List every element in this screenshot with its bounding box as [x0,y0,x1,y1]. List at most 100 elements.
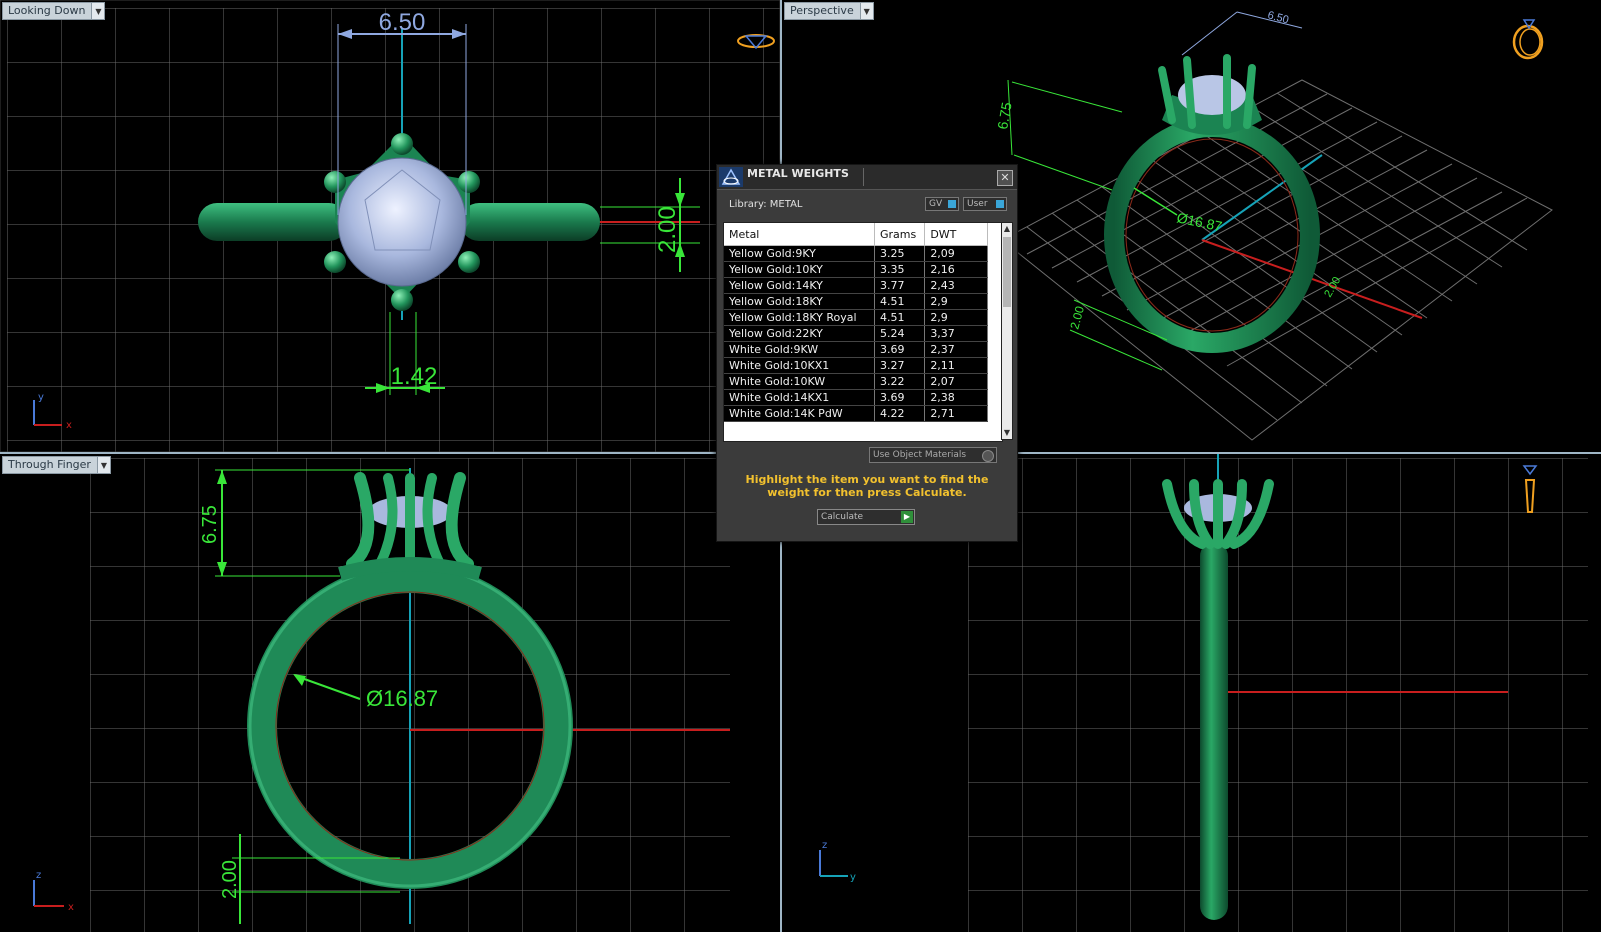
calculate-label: Calculate [821,512,864,522]
cell-grams: 5.24 [874,325,926,342]
ring-shank-side [1200,542,1228,920]
cell-grams: 4.22 [874,405,926,422]
ring-head [1158,54,1262,135]
user-toggle[interactable]: User [963,197,1007,211]
user-toggle-label: User [967,199,988,209]
axis-gizmo: z y [819,840,856,883]
table-row[interactable]: Yellow Gold:18KY 4.51 2,9 [724,293,988,310]
viewport-looking-down[interactable]: 6.50 1.42 2.00 y x Looking Down ▼ [0,0,780,452]
toggle-indicator-icon [996,200,1004,208]
use-object-materials-label: Use Object Materials [873,450,967,460]
cell-dwt: 2,16 [924,261,988,278]
cell-grams: 3.35 [874,261,926,278]
close-icon[interactable]: ✕ [997,170,1013,186]
table-row[interactable]: White Gold:10KX1 3.27 2,11 [724,357,988,374]
table-row[interactable]: Yellow Gold:10KY 3.35 2,16 [724,261,988,278]
svg-text:Ø16.87: Ø16.87 [1175,209,1223,234]
table-row[interactable]: White Gold:14K PdW 4.22 2,71 [724,405,988,422]
cell-dwt: 2,9 [924,309,988,326]
column-header-grams[interactable]: Grams [874,223,926,246]
looking-down-canvas[interactable]: 6.50 1.42 2.00 y x [0,0,780,452]
cell-metal: Yellow Gold:10KY [724,261,875,278]
table-row[interactable]: Yellow Gold:22KY 5.24 3,37 [724,325,988,342]
cell-metal: Yellow Gold:18KY Royal [724,309,875,326]
cell-metal: Yellow Gold:9KY [724,245,875,262]
metal-table-container[interactable]: Metal Grams DWT Yellow Gold:9KY 3.25 2,09 Y… [723,222,1003,442]
ring-view-icon[interactable] [1512,19,1544,60]
diamond-stone [337,157,467,287]
use-object-materials-checkbox[interactable]: Use Object Materials [869,447,997,463]
cell-dwt: 2,9 [924,293,988,310]
svg-text:6.50: 6.50 [1266,9,1290,26]
svg-text:x: x [66,420,72,431]
title-separator [863,168,864,186]
table-row[interactable]: Yellow Gold:18KY Royal 4.51 2,9 [724,309,988,326]
scroll-up-icon[interactable]: ▲ [1002,223,1012,235]
cell-grams: 3.25 [874,245,926,262]
svg-text:y: y [38,392,44,403]
cell-grams: 3.27 [874,357,926,374]
toggle-indicator-icon [948,200,956,208]
app-logo-icon [719,167,743,187]
perspective-grid [1001,79,1553,441]
viewport-label: Through Finger [8,458,91,471]
cell-dwt: 2,09 [924,245,988,262]
table-row[interactable]: Yellow Gold:9KY 3.25 2,09 [724,245,988,262]
chevron-down-icon[interactable]: ▼ [91,3,105,19]
table-row[interactable]: White Gold:10KW 3.22 2,07 [724,373,988,390]
through-finger-canvas[interactable]: 6.75 Ø16.87 2.00 z x [0,454,780,932]
svg-text:2.00: 2.00 [654,206,681,253]
gv-toggle[interactable]: GV [925,197,959,211]
svg-text:6.75: 6.75 [994,101,1015,131]
viewport-through-finger[interactable]: 6.75 Ø16.87 2.00 z x Through Finger ▼ [0,454,780,932]
svg-text:z: z [822,840,827,851]
shank-left [198,203,348,241]
column-header-dwt[interactable]: DWT [924,223,988,246]
cell-grams: 4.51 [874,293,926,310]
table-row[interactable]: White Gold:9KW 3.69 2,37 [724,341,988,358]
cell-metal: White Gold:14K PdW [724,405,875,422]
cell-metal: White Gold:9KW [724,341,875,358]
library-label: Library: METAL [729,199,803,210]
scroll-down-icon[interactable]: ▼ [1002,427,1012,439]
svg-text:Ø16.87: Ø16.87 [366,686,438,711]
ring-shank [1104,117,1320,353]
cell-metal: Yellow Gold:18KY [724,293,875,310]
table-scrollbar[interactable]: ▲ ▼ [1001,222,1013,440]
svg-text:6.50: 6.50 [379,9,426,36]
viewport-label: Perspective [790,4,854,17]
cell-dwt: 2,43 [924,277,988,294]
svg-text:2.00: 2.00 [219,860,241,899]
cell-metal: White Gold:10KX1 [724,357,875,374]
viewport-label: Looking Down [8,4,86,17]
svg-text:6.75: 6.75 [199,505,221,544]
dialog-title-bar[interactable]: METAL WEIGHTS ✕ [717,165,1017,190]
cell-grams: 3.77 [874,277,926,294]
play-icon[interactable]: ▶ [901,511,913,523]
svg-text:2.00: 2.00 [1067,304,1087,330]
cell-dwt: 2,71 [924,405,988,422]
viewport-tab-perspective[interactable]: Perspective ▼ [784,2,874,20]
viewport-tab-through-finger[interactable]: Through Finger ▼ [2,456,111,474]
cell-dwt: 2,07 [924,373,988,390]
chevron-down-icon[interactable]: ▼ [96,457,110,473]
gv-toggle-label: GV [929,199,943,209]
svg-text:y: y [850,872,856,883]
cell-dwt: 3,37 [924,325,988,342]
cell-metal: White Gold:10KW [724,373,875,390]
table-row[interactable]: White Gold:14KX1 3.69 2,38 [724,389,988,406]
column-header-metal[interactable]: Metal [724,223,875,246]
chevron-down-icon[interactable]: ▼ [859,3,873,19]
scrollbar-thumb[interactable] [1003,237,1011,307]
viewport-tab-looking-down[interactable]: Looking Down ▼ [2,2,106,20]
table-row[interactable]: Yellow Gold:14KY 3.77 2,43 [724,277,988,294]
cell-grams: 3.69 [874,341,926,358]
cell-dwt: 2,37 [924,341,988,358]
cell-metal: Yellow Gold:22KY [724,325,875,342]
cell-dwt: 2,11 [924,357,988,374]
checkbox-icon[interactable] [982,450,994,462]
calculate-button[interactable]: Calculate ▶ [817,509,915,525]
axis-gizmo: z x [33,870,74,913]
metal-weights-dialog[interactable]: METAL WEIGHTS ✕ Library: METAL GV User M… [716,164,1018,542]
table-header-row: Metal Grams DWT [724,223,988,246]
